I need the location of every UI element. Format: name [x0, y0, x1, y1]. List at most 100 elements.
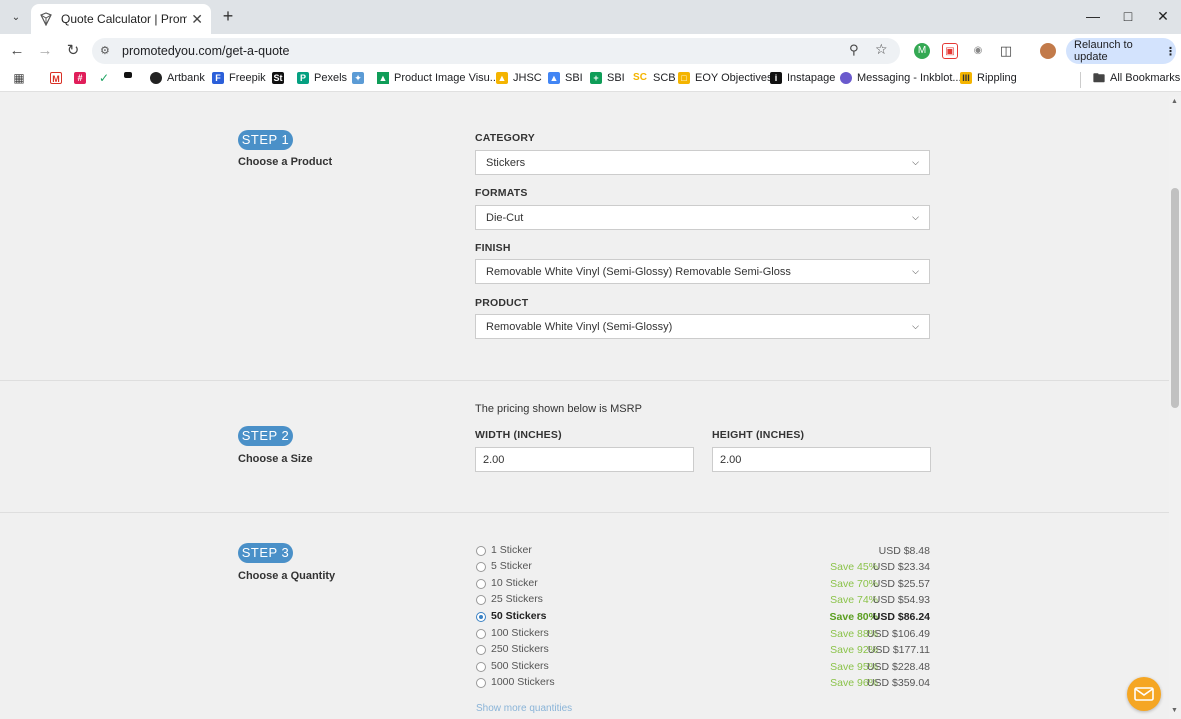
quantity-radio[interactable]	[476, 662, 486, 672]
quantity-radio[interactable]	[476, 678, 486, 688]
quantity-radio[interactable]	[476, 579, 486, 589]
quantity-label: 10 Sticker	[491, 577, 538, 589]
bookmark-rippling[interactable]: III Rippling	[960, 72, 1017, 84]
height-input[interactable]: 2.00	[712, 447, 931, 472]
page-scrollbar[interactable]: ▲ ▼	[1169, 96, 1181, 719]
formats-select[interactable]: Die-Cut ⌵	[475, 205, 930, 230]
quantity-option[interactable]: 25 Stickers Save 74% USD $54.93	[476, 593, 930, 607]
back-icon[interactable]: ←	[7, 41, 27, 61]
quantity-option[interactable]: 5 Sticker Save 45% USD $23.34	[476, 560, 930, 574]
tab-close-icon[interactable]: ✕	[191, 11, 203, 28]
scroll-up-icon[interactable]: ▲	[1171, 98, 1178, 105]
quantity-price: USD $8.48	[878, 545, 930, 557]
bookmarks-bar: ▦ M # ✓ Artbank F Freepik St P Pexels ✦ ▲ P…	[0, 68, 1181, 92]
quantity-price: USD $54.93	[872, 594, 930, 606]
bookmark-pexels[interactable]: P Pexels	[297, 72, 347, 84]
quantity-option[interactable]: 1000 Stickers Save 96% USD $359.04	[476, 676, 930, 690]
height-label: HEIGHT (INCHES)	[712, 429, 805, 441]
finish-label: FINISH	[475, 242, 511, 254]
width-value: 2.00	[483, 453, 505, 466]
width-label: WIDTH (INCHES)	[475, 429, 562, 441]
show-more-quantities-link[interactable]: Show more quantities	[476, 703, 572, 714]
quantity-label: 5 Sticker	[491, 560, 532, 572]
browser-toolbar: ← → ↻ ⚙ promotedyou.com/get-a-quote ⚲ ☆ …	[0, 34, 1181, 68]
checkmark-icon[interactable]: ✓	[98, 72, 115, 84]
screen-capture-icon[interactable]: ▣	[942, 43, 958, 59]
bookmark-sbi-sheets[interactable]: + SBI	[590, 72, 625, 84]
width-input[interactable]: 2.00	[475, 447, 694, 472]
quantity-price: USD $23.34	[872, 561, 930, 573]
relaunch-button[interactable]: Relaunch to update ⋮	[1066, 38, 1176, 64]
category-select[interactable]: Stickers ⌵	[475, 150, 930, 175]
bookmark-messaging[interactable]: Messaging - Inkblot...	[840, 72, 962, 84]
more-menu-icon[interactable]: ⋮	[1165, 45, 1176, 58]
finish-value: Removable White Vinyl (Semi-Glossy) Remo…	[486, 265, 791, 278]
quantity-radio[interactable]	[476, 562, 486, 572]
stock-icon[interactable]: St	[272, 72, 289, 84]
extension-m-icon[interactable]: M	[914, 43, 930, 59]
bookmark-product-image[interactable]: ▲ Product Image Visu...	[377, 72, 499, 84]
maximize-icon[interactable]: □	[1118, 8, 1138, 24]
step3-subtitle: Choose a Quantity	[238, 570, 336, 582]
minimize-icon[interactable]: —	[1083, 8, 1103, 24]
quantity-option[interactable]: 1 Sticker USD $8.48	[476, 544, 930, 558]
quantity-radio[interactable]	[476, 645, 486, 655]
browser-tab[interactable]: Quote Calculator | Promoted Yo ✕	[31, 4, 211, 34]
bookmark-star-icon[interactable]: ☆	[875, 41, 888, 58]
bookmark-sbi-drive[interactable]: ▲ SBI	[548, 72, 583, 84]
quantity-option-selected[interactable]: 50 Stickers Save 80% USD $86.24	[476, 610, 930, 624]
quantity-label: 1000 Stickers	[491, 676, 555, 688]
quantity-option[interactable]: 10 Sticker Save 70% USD $25.57	[476, 577, 930, 591]
url-text[interactable]: promotedyou.com/get-a-quote	[122, 44, 289, 58]
forward-icon[interactable]: →	[35, 41, 55, 61]
step2-subtitle: Choose a Size	[238, 453, 313, 465]
bookmark-artbank[interactable]: Artbank	[150, 72, 205, 84]
quantity-radio-checked[interactable]	[476, 612, 486, 622]
quantity-savings: Save 74%	[830, 594, 878, 606]
quantity-radio[interactable]	[476, 595, 486, 605]
tab-search-icon[interactable]: ⌄	[6, 8, 26, 26]
flag-icon[interactable]	[124, 72, 137, 78]
bookmark-instapage[interactable]: i Instapage	[770, 72, 835, 84]
bookmark-eoy-objectives[interactable]: □ EOY Objectives	[678, 72, 772, 84]
quote-calculator-page: STEP 1 Choose a Product CATEGORY Sticker…	[0, 96, 1169, 719]
all-bookmarks-folder[interactable]: 🖿 All Bookmarks	[1093, 72, 1180, 84]
bookmark-jhsc[interactable]: ▲ JHSC	[496, 72, 542, 84]
camera-icon[interactable]: ◉	[970, 43, 986, 59]
quantity-radio[interactable]	[476, 629, 486, 639]
quantity-option[interactable]: 100 Stickers Save 88% USD $106.49	[476, 627, 930, 641]
chevron-down-icon: ⌵	[912, 321, 919, 331]
scroll-down-icon[interactable]: ▼	[1171, 707, 1178, 714]
product-select[interactable]: Removable White Vinyl (Semi-Glossy) ⌵	[475, 314, 930, 339]
window-close-icon[interactable]: ✕	[1153, 8, 1173, 25]
bookmark-freepik[interactable]: F Freepik	[212, 72, 266, 84]
quantity-option[interactable]: 500 Stickers Save 95% USD $228.48	[476, 660, 930, 674]
quantity-radio[interactable]	[476, 546, 486, 556]
slack-icon[interactable]: #	[74, 72, 91, 84]
category-value: Stickers	[486, 156, 526, 169]
quantity-option[interactable]: 250 Stickers Save 92% USD $177.11	[476, 643, 930, 657]
category-label: CATEGORY	[475, 132, 535, 144]
address-bar[interactable]: ⚙ promotedyou.com/get-a-quote ⚲ ☆	[92, 38, 900, 64]
step3-badge: STEP 3	[238, 543, 293, 563]
quantity-savings: Save 80%	[829, 611, 878, 623]
new-tab-icon[interactable]: +	[218, 6, 238, 27]
dropbox-icon[interactable]: ✦	[352, 72, 369, 84]
finish-select[interactable]: Removable White Vinyl (Semi-Glossy) Remo…	[475, 259, 930, 284]
profile-avatar[interactable]	[1040, 43, 1056, 59]
chat-button[interactable]	[1127, 677, 1161, 711]
zoom-icon[interactable]: ⚲	[849, 42, 859, 58]
quantity-price: USD $86.24	[872, 611, 930, 623]
mail-icon	[1134, 687, 1154, 701]
quantity-price: USD $177.11	[867, 644, 930, 656]
relaunch-label: Relaunch to update	[1074, 39, 1133, 63]
product-label: PRODUCT	[475, 297, 529, 309]
bookmark-scb[interactable]: SC SCB	[632, 72, 676, 84]
scrollbar-thumb[interactable]	[1171, 188, 1179, 408]
extensions-puzzle-icon[interactable]: ◫	[998, 43, 1014, 59]
reload-icon[interactable]: ↻	[63, 41, 83, 61]
apps-grid-icon[interactable]: ▦	[13, 72, 30, 84]
step2-badge: STEP 2	[238, 426, 293, 446]
site-info-icon[interactable]: ⚙	[100, 44, 110, 57]
gmail-icon[interactable]: M	[50, 72, 67, 84]
